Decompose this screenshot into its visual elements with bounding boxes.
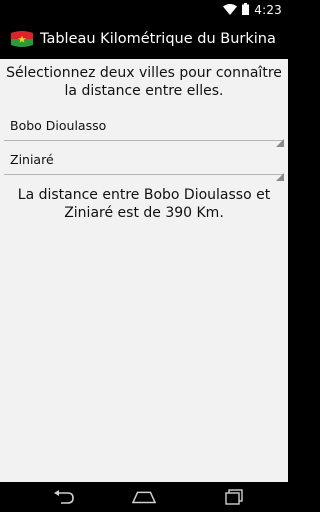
recents-icon[interactable] — [222, 487, 246, 507]
city-to-value: Ziniaré — [10, 152, 54, 167]
instructions-text: Sélectionnez deux villes pour connaître … — [6, 65, 282, 99]
burkina-flag-icon[interactable] — [10, 29, 34, 49]
city-from-value: Bobo Dioulasso — [10, 118, 107, 133]
status-time: 4:23 — [254, 2, 282, 17]
screen: 4:23 Tableau Kilométrique du Burkina Sél… — [0, 0, 288, 512]
app-title: Tableau Kilométrique du Burkina — [40, 31, 276, 47]
battery-icon — [242, 0, 250, 19]
back-icon[interactable] — [52, 487, 76, 507]
spinner-arrow-icon — [276, 132, 284, 147]
city-from-spinner[interactable]: Bobo Dioulasso — [4, 114, 284, 147]
status-icons: 4:23 — [223, 0, 282, 19]
action-bar: Tableau Kilométrique du Burkina — [0, 19, 288, 59]
status-bar: 4:23 — [0, 0, 288, 19]
home-icon[interactable] — [132, 487, 156, 507]
navigation-bar — [0, 482, 288, 512]
distance-result-text: La distance entre Bobo Dioulasso et Zini… — [17, 187, 271, 221]
spinner-arrow-icon — [276, 166, 284, 181]
city-to-spinner[interactable]: Ziniaré — [4, 148, 284, 181]
main-content: Sélectionnez deux villes pour connaître … — [0, 59, 288, 482]
wifi-icon — [223, 0, 238, 19]
